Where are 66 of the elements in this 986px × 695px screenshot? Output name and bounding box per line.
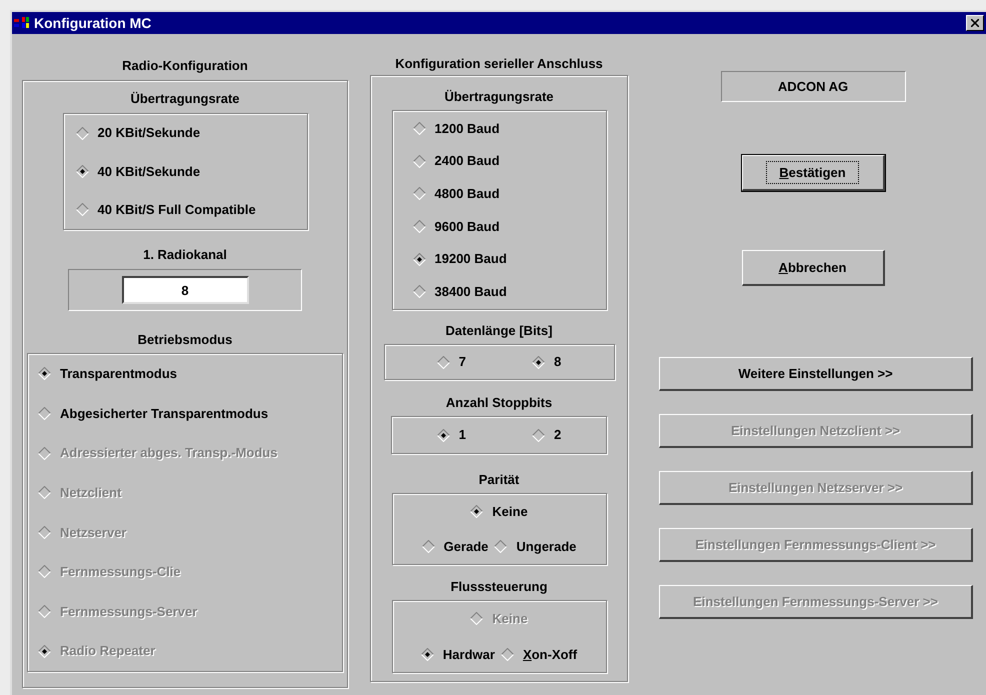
radio-label: 40 KBit/S Full Compatible (98, 201, 256, 220)
radio-button[interactable] (494, 540, 508, 553)
radio-button[interactable] (420, 648, 434, 661)
radio-button[interactable] (76, 203, 88, 216)
radio-button[interactable] (412, 285, 426, 298)
radio-label: 38400 Baud (434, 282, 507, 301)
radio-label: Xon-Xoff (522, 646, 578, 664)
radio-label: Abgesicherter Transparentmodus (60, 404, 268, 423)
radio-label: 1 (458, 426, 466, 444)
radio-button[interactable] (422, 540, 435, 553)
dialog-button[interactable]: Bestätigen (742, 155, 884, 191)
radio-label: Gerade (444, 538, 488, 556)
radio-button[interactable] (532, 356, 545, 368)
dialog-button[interactable]: Abbrechen (742, 250, 884, 286)
radio-label: 7 (458, 353, 466, 372)
radio-label: Netzclient (60, 484, 122, 502)
group-label: Flusssteuerung (450, 579, 548, 595)
group-label: Übertragungsrate (444, 89, 554, 105)
radio-label: 19200 Baud (434, 250, 507, 268)
app-icon (14, 16, 30, 30)
radio-label: 9600 Baud (434, 218, 500, 236)
radio-button[interactable] (38, 406, 51, 420)
radio-button[interactable] (436, 428, 450, 442)
radio-label: 40 KBit/Sekunde (98, 162, 200, 181)
radio-label: Radio Repeater (60, 642, 156, 660)
radio-button[interactable] (76, 164, 88, 178)
radio-button[interactable] (412, 122, 426, 135)
group-label: 1. Radiokanal (143, 247, 227, 263)
close-button[interactable] (966, 15, 984, 31)
group-label: Datenlänge [Bits] (446, 323, 552, 339)
radio-label: Adressierter abges. Transp.-Modus (60, 444, 278, 462)
radio-button[interactable] (76, 126, 88, 140)
company-label: ADCON AG (720, 71, 906, 102)
group-label: Konfiguration serieller Anschluss (394, 56, 604, 72)
radio-label: Hardwar (442, 646, 495, 664)
radio-button[interactable] (532, 428, 545, 442)
close-icon (971, 19, 979, 27)
radio-label: 2 (554, 426, 562, 444)
radio-button[interactable] (412, 252, 426, 266)
radio-label: Transparentmodus (60, 365, 178, 384)
radio-label: Keine (492, 610, 528, 628)
radio-label: 4800 Baud (434, 184, 500, 203)
radio-label: Keine (492, 502, 528, 521)
radio-button[interactable] (500, 648, 514, 661)
radio-label: Fernmessungs-Server (60, 602, 198, 621)
radio-button[interactable] (436, 356, 450, 368)
radio-label: 1200 Baud (434, 120, 500, 138)
group-label: Anzahl Stoppbits (446, 395, 552, 411)
radio-label: 8 (554, 353, 562, 372)
radio-button[interactable] (412, 220, 426, 233)
window-title: Konfiguration MC (34, 14, 152, 33)
channel-input[interactable]: 8 (122, 276, 248, 304)
radio-label: 20 KBit/Sekunde (98, 124, 200, 142)
group-label: Übertragungsrate (130, 91, 240, 107)
radio-label: Fernmessungs-Clie (60, 563, 181, 582)
radio-button[interactable] (412, 187, 426, 200)
radio-label: 2400 Baud (434, 152, 500, 170)
radio-button[interactable] (470, 505, 484, 518)
group-label: Parität (478, 472, 520, 488)
group-label: Radio-Konfiguration (121, 58, 249, 74)
dialog-button[interactable]: Weitere Einstellungen >> (659, 357, 973, 391)
group-label: Betriebsmodus (138, 332, 232, 348)
radio-button[interactable] (38, 367, 51, 380)
radio-label: Ungerade (516, 538, 576, 556)
radio-button[interactable] (412, 154, 426, 168)
radio-label: Netzserver (60, 524, 126, 542)
